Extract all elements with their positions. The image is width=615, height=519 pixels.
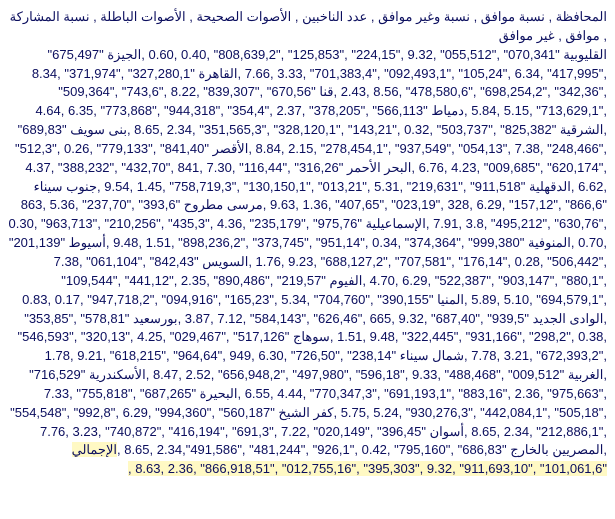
- row-name: البحيرة: [200, 386, 238, 401]
- row-values: "939,5" ,"687,40" ,9.32 ,665 ,"626,46" ,…: [178, 311, 533, 326]
- row-name: أسيوط: [69, 235, 106, 250]
- data-row: الغربية "009,512" ,"488,468" ,9.33 ,"596…: [146, 367, 604, 382]
- row-name: البحر الأحمر: [347, 160, 411, 175]
- row-name: شمال سيناء: [400, 348, 464, 363]
- data-row: الوادى الجديد "939,5" ,"687,40" ,9.32 ,6…: [178, 311, 604, 326]
- data-row: الدقهلية "911,518" ,"219,631" ,5.31 ,"01…: [97, 179, 571, 194]
- data-row: المصريين بالخارج "686,83" ,"795,160" ,0.…: [117, 442, 603, 457]
- row-name: الأقصر: [213, 141, 249, 156]
- row-name: جنوب سيناء: [34, 179, 97, 194]
- row-values: "911,518" ,"219,631" ,5.31 ,"013,21" ,"1…: [97, 179, 529, 194]
- table-header: المحافظة , نسبة موافق , نسبة وغير موافق …: [8, 8, 607, 46]
- row-values: "070,341" ,"055,512" ,9.32 ,"224,15" ,"1…: [141, 47, 563, 62]
- row-values: "009,512" ,"488,468" ,9.33 ,"596,18" ,"4…: [146, 367, 568, 382]
- row-name: دمياط: [431, 103, 464, 118]
- row-name: المنيا: [437, 292, 464, 307]
- row-values: "101,061,6" ,"911,693,10" ,9.32 ,"395,30…: [128, 461, 607, 476]
- row-name: الجيزة: [107, 47, 141, 62]
- row-values: "825,382" ,"503,737" ,0.32 ,"143,21" ,"3…: [127, 122, 560, 137]
- row-name: سوهاج: [293, 329, 330, 344]
- row-values: "686,83" ,"795,160" ,0.42 ,"926,1" ,"481…: [117, 442, 510, 457]
- row-name: كفر الشيخ: [278, 405, 333, 420]
- row-values: "999,380" ,"374,364" ,0.34 ,"951,14" ,"3…: [106, 235, 528, 250]
- row-name: أسوان: [430, 424, 464, 439]
- row-name: الدقهلية: [529, 179, 571, 194]
- row-name: الغربية: [568, 367, 604, 382]
- row-name: القاهرة: [199, 66, 238, 81]
- row-name: الشرقية: [560, 122, 603, 137]
- data-row: الشرقية "825,382" ,"503,737" ,0.32 ,"143…: [127, 122, 603, 137]
- data-rows: القليوبية "070,341" ,"055,512" ,9.32 ,"2…: [8, 46, 607, 479]
- row-values: "866,6" ,"157,12" ,6.29 ,328 ,"023,19" ,…: [263, 197, 607, 212]
- row-name: الوادى الجديد: [533, 311, 604, 326]
- row-name: الإسماعيلية: [366, 216, 426, 231]
- row-name: المنوفية: [528, 235, 571, 250]
- row-name: الفيوم: [330, 273, 363, 288]
- row-name: الإجمالي: [72, 442, 117, 457]
- row-name: مرسى مطروح: [184, 197, 263, 212]
- row-name: القليوبية: [563, 47, 607, 62]
- row-name: الأسكندرية: [89, 367, 146, 382]
- row-name: قنا: [319, 84, 333, 99]
- row-name: بنى سويف: [70, 122, 127, 137]
- row-name: المصريين بالخارج: [510, 442, 603, 457]
- data-row: القليوبية "070,341" ,"055,512" ,9.32 ,"2…: [141, 47, 607, 62]
- row-name: السويس: [202, 254, 248, 269]
- data-row: المنوفية "999,380" ,"374,364" ,0.34 ,"95…: [106, 235, 571, 250]
- row-name: بورسعيد: [133, 311, 178, 326]
